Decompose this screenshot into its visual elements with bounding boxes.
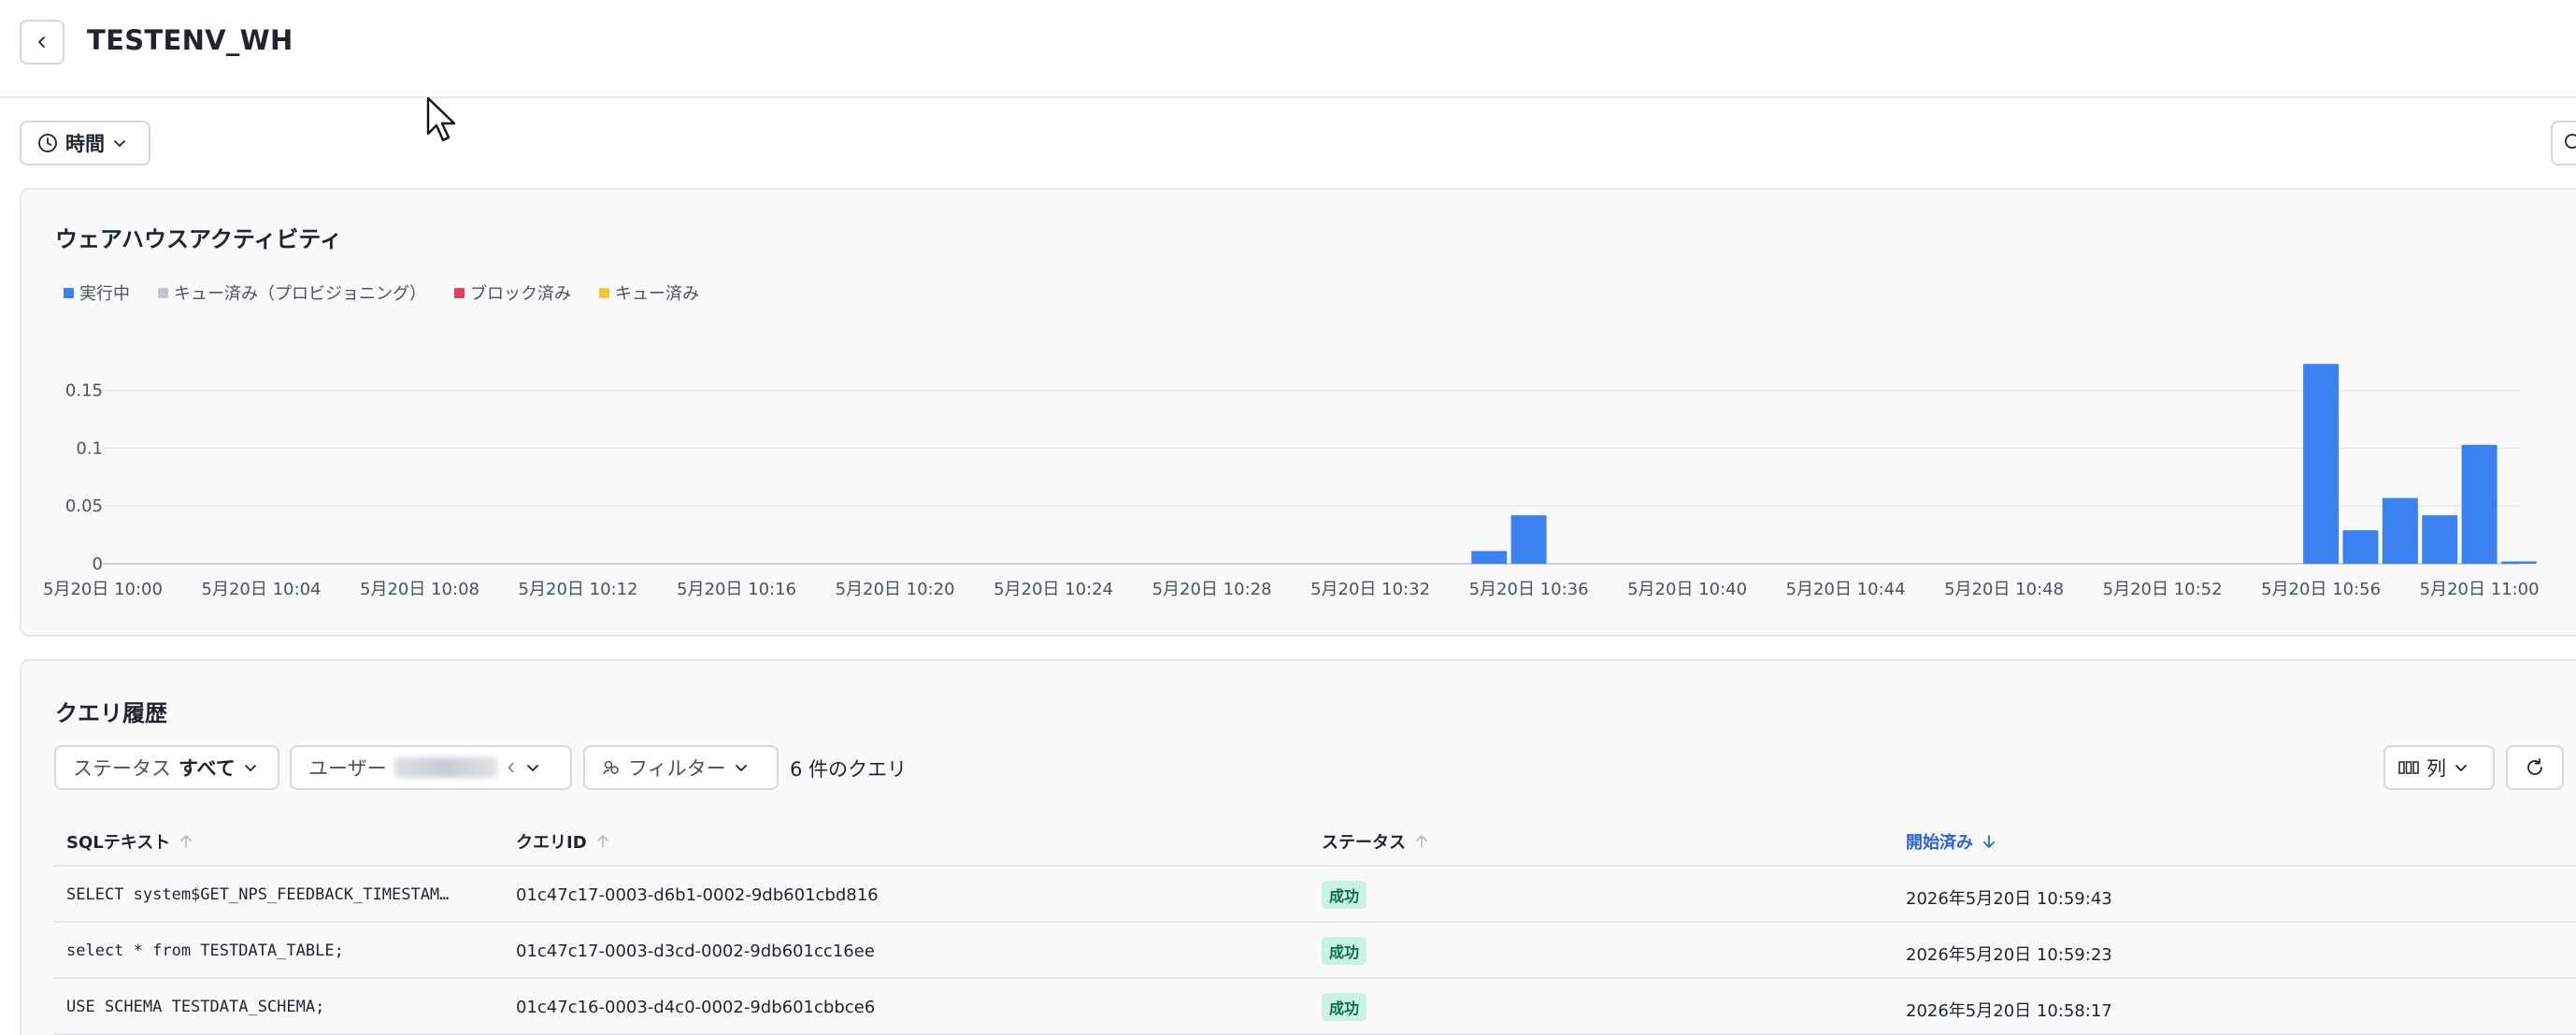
y-tick-label: 0	[93, 554, 103, 574]
x-tick-label: 5月20日 10:24	[994, 580, 1113, 599]
x-tick-label: 5月20日 10:00	[43, 580, 163, 599]
x-tick-label: 5月20日 11:00	[2420, 580, 2540, 599]
x-tick-label: 5月20日 10:04	[202, 580, 322, 599]
filter-label: フィルター	[628, 757, 726, 780]
bar	[2422, 515, 2458, 564]
time-range-button[interactable]: 時間	[20, 121, 150, 165]
status-filter-value: すべて	[179, 757, 236, 780]
table-row[interactable]: USE SCHEMA TESTDATA_SCHEMA; 01c47c16-000…	[54, 979, 2576, 1035]
x-tick-label: 5月20日 10:52	[2103, 580, 2223, 599]
user-filter-button[interactable]: ユーザー	[290, 745, 572, 790]
sql-text-cell: SELECT system$GET_NPS_FEEDBACK_TIMESTAM…	[66, 885, 450, 904]
back-button[interactable]	[20, 20, 64, 65]
table-row[interactable]: select * from TESTDATA_TABLE; 01c47c17-0…	[54, 923, 2576, 979]
warehouse-activity-panel: ウェアハウスアクティビティ 実行中 キュー済み（プロビジョニング） ブロック済み…	[20, 188, 2576, 637]
sort-arrow-down-icon	[1983, 835, 1995, 848]
x-tick-label: 5月20日 10:36	[1469, 580, 1589, 599]
page-header: TESTENV_WH	[0, 0, 2576, 98]
column-header-label: ステータス	[1322, 833, 1406, 853]
filter-people-icon	[603, 760, 619, 775]
columns-button[interactable]: 列	[2383, 745, 2495, 790]
x-tick-label: 5月20日 10:32	[1310, 580, 1430, 599]
bar	[1510, 515, 1547, 564]
bar	[2382, 497, 2418, 564]
chevron-down-icon	[526, 765, 538, 771]
x-tick-label: 5月20日 10:28	[1152, 580, 1272, 599]
chevron-left-icon	[38, 36, 45, 48]
status-badge: 成功	[1322, 881, 1367, 909]
status-filter-prefix: ステータス	[73, 757, 171, 780]
chevron-down-icon	[2455, 765, 2467, 771]
user-name-redacted	[394, 757, 497, 778]
started-cell: 2026年5月20日 10:58:17	[1906, 1001, 2112, 1021]
chevron-down-icon	[735, 765, 747, 771]
sort-arrow-up-icon	[180, 835, 193, 848]
y-tick-label: 0.05	[65, 496, 103, 516]
mouse-cursor-icon	[426, 96, 456, 142]
page-title: TESTENV_WH	[87, 24, 293, 56]
x-tick-label: 5月20日 10:56	[2261, 580, 2381, 599]
bar	[1471, 551, 1508, 564]
x-tick-label: 5月20日 10:40	[1627, 580, 1747, 599]
started-cell: 2026年5月20日 10:59:23	[1906, 945, 2112, 965]
chevron-down-icon	[244, 765, 256, 771]
time-range-label: 時間	[65, 133, 105, 155]
refresh-button[interactable]	[2506, 745, 2564, 790]
query-id-cell[interactable]: 01c47c16-0003-d4c0-0002-9db601cbbce6	[516, 998, 875, 1017]
y-tick-label: 0.1	[76, 438, 103, 458]
column-header-status[interactable]: ステータス	[1322, 829, 1428, 854]
status-badge: 成功	[1322, 937, 1367, 965]
column-header-query-id[interactable]: クエリID	[516, 829, 609, 854]
table-header-row: SQLテキスト クエリID ステータス 開始済み	[54, 812, 2576, 867]
activity-chart: 0 0.05 0.1 0.15 5月20日 10:00 5月20日 10:04 5月20日 …	[43, 364, 2540, 599]
bar	[2501, 561, 2537, 564]
clock-icon	[38, 134, 57, 152]
query-id-cell[interactable]: 01c47c17-0003-d6b1-0002-9db601cbd816	[516, 885, 879, 905]
sort-arrow-up-icon	[1416, 835, 1427, 848]
sort-arrow-up-icon	[596, 835, 608, 848]
query-count: 6 件のクエリ	[790, 758, 908, 781]
x-tick-label: 5月20日 10:08	[360, 580, 479, 599]
bar	[2342, 530, 2379, 564]
bar	[2461, 444, 2497, 564]
filter-button[interactable]: フィルター	[583, 745, 779, 790]
history-title: クエリ履歴	[55, 700, 167, 726]
user-filter-prefix: ユーザー	[308, 757, 387, 780]
query-history-panel: クエリ履歴 ステータス すべて ユーザー フィルター 6 件のクエリ 列 SQL…	[20, 659, 2576, 1035]
column-header-label: クエリID	[516, 833, 587, 853]
bar	[2303, 364, 2340, 564]
x-tick-label: 5月20日 10:44	[1786, 580, 1906, 599]
query-id-cell[interactable]: 01c47c17-0003-d3cd-0002-9db601cc16ee	[516, 942, 875, 961]
column-header-sql[interactable]: SQLテキスト	[66, 829, 193, 854]
columns-label: 列	[2426, 757, 2446, 780]
x-tick-label: 5月20日 10:20	[836, 580, 955, 599]
y-tick-label: 0.15	[65, 381, 103, 401]
status-badge: 成功	[1322, 993, 1367, 1021]
search-icon	[2565, 134, 2576, 149]
sql-text-cell: USE SCHEMA TESTDATA_SCHEMA;	[66, 998, 325, 1016]
x-tick-label: 5月20日 10:16	[677, 580, 796, 599]
column-header-label: 開始済み	[1906, 833, 1973, 853]
columns-icon	[2398, 761, 2419, 774]
x-tick-label: 5月20日 10:48	[1944, 580, 2064, 599]
started-cell: 2026年5月20日 10:59:43	[1906, 889, 2112, 909]
status-filter-button[interactable]: ステータス すべて	[54, 745, 279, 790]
search-button[interactable]	[2551, 121, 2576, 165]
table-row[interactable]: SELECT system$GET_NPS_FEEDBACK_TIMESTAM……	[54, 867, 2576, 923]
x-tick-label: 5月20日 10:12	[519, 580, 638, 599]
chevron-left-icon[interactable]	[505, 761, 518, 774]
column-header-label: SQLテキスト	[66, 833, 171, 853]
sql-text-cell: select * from TESTDATA_TABLE;	[66, 942, 344, 960]
refresh-icon	[2527, 758, 2542, 775]
column-header-started[interactable]: 開始済み	[1906, 829, 1996, 854]
chevron-down-icon	[114, 140, 125, 147]
